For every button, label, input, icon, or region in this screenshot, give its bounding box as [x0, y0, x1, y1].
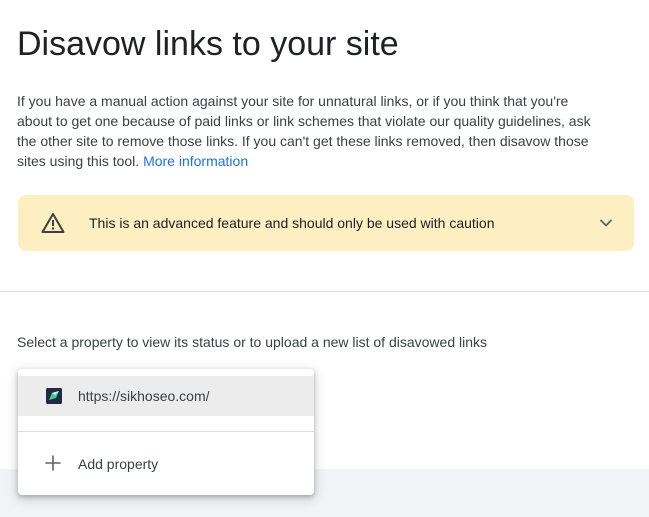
- warning-triangle-icon: [41, 213, 65, 233]
- caution-banner[interactable]: This is an advanced feature and should o…: [18, 195, 634, 251]
- site-favicon-icon: [46, 388, 62, 404]
- caution-banner-text: This is an advanced feature and should o…: [89, 215, 495, 231]
- intro-paragraph: If you have a manual action against your…: [17, 91, 607, 171]
- section-divider: [0, 291, 649, 292]
- chevron-down-icon[interactable]: [596, 213, 616, 233]
- page-title: Disavow links to your site: [17, 25, 399, 63]
- more-information-link[interactable]: More information: [143, 153, 248, 169]
- add-property-button[interactable]: Add property: [18, 444, 314, 484]
- dropdown-divider: [18, 431, 314, 432]
- property-dropdown-menu: https://sikhoseo.com/ Add property: [18, 369, 314, 495]
- property-option-sikhoseo[interactable]: https://sikhoseo.com/: [18, 376, 314, 416]
- add-property-label: Add property: [78, 456, 159, 472]
- property-option-label: https://sikhoseo.com/: [78, 388, 210, 404]
- property-select-label: Select a property to view its status or …: [17, 334, 488, 350]
- plus-icon: [45, 455, 61, 471]
- intro-text: If you have a manual action against your…: [17, 93, 591, 169]
